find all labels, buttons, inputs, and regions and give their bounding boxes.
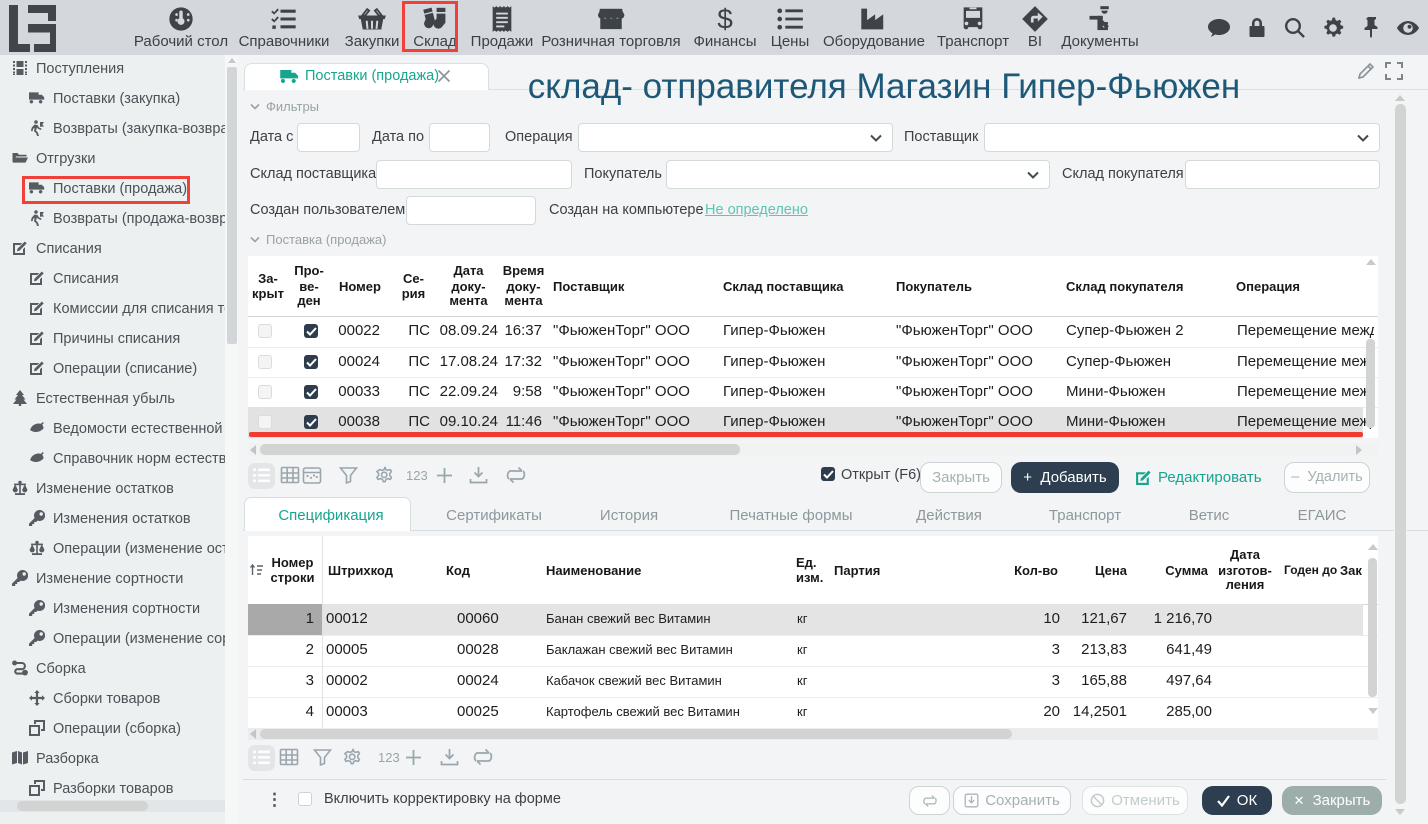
- svg-text:$: $: [717, 5, 733, 33]
